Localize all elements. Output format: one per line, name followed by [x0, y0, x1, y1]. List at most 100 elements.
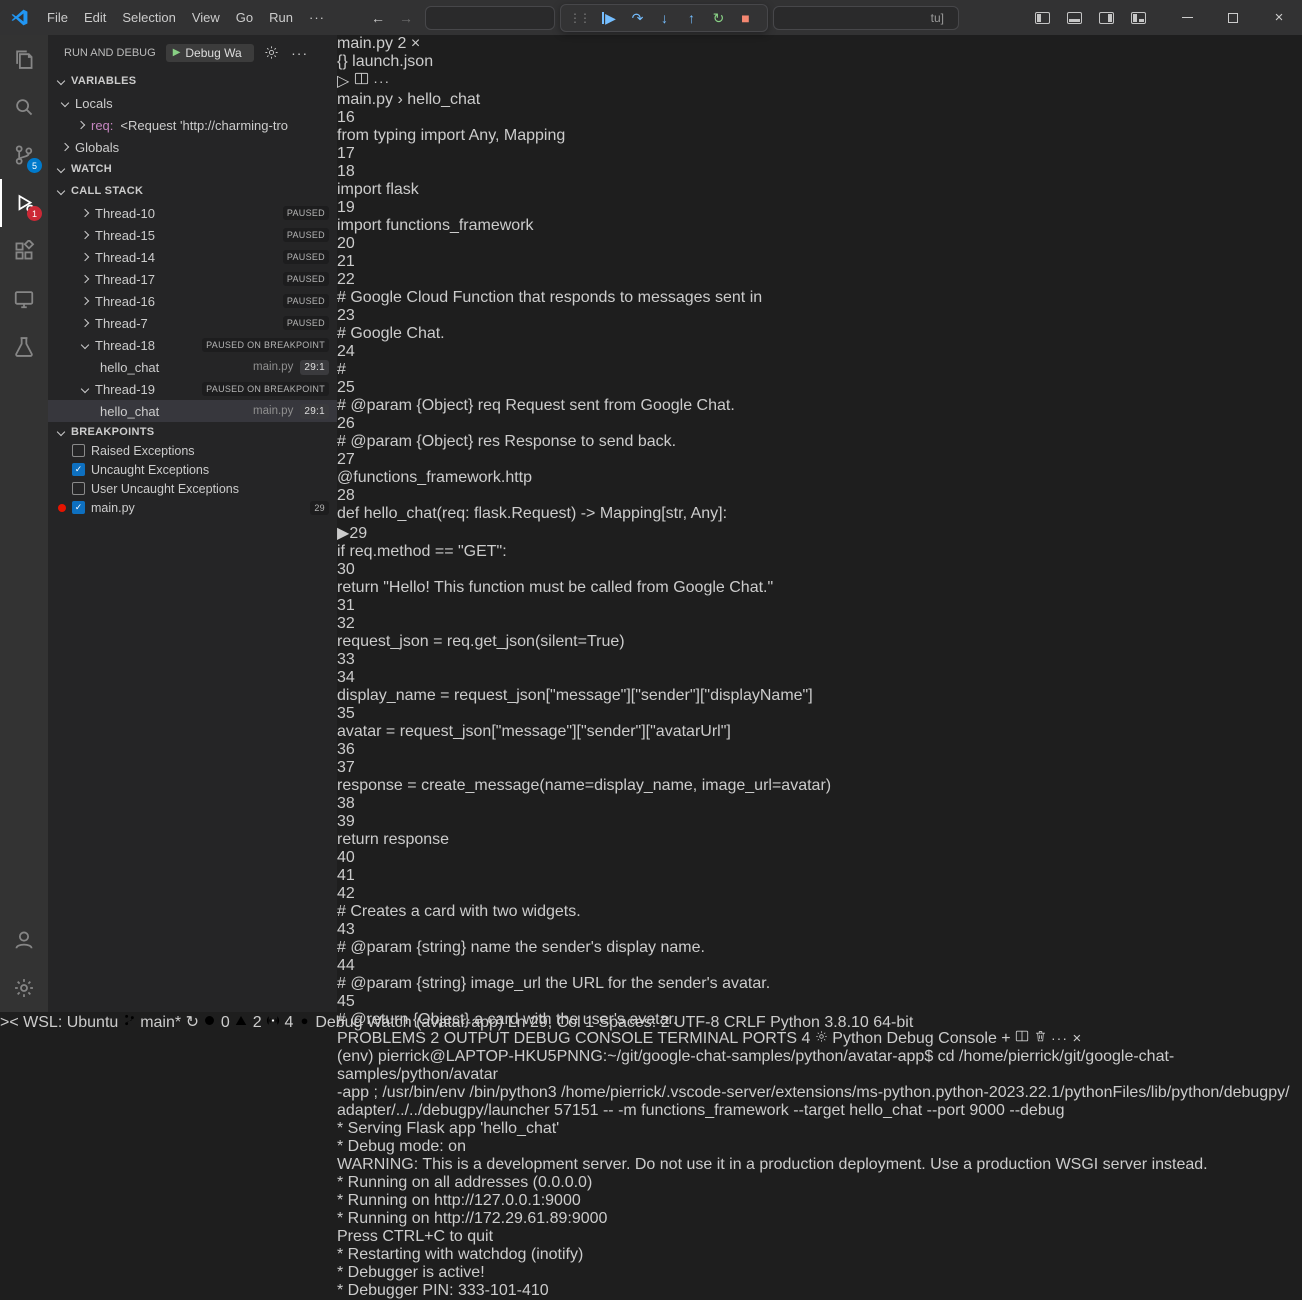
window-title[interactable]: tu] — [773, 6, 959, 30]
gutter[interactable]: 26 — [337, 415, 1302, 433]
gutter[interactable]: 22 — [337, 271, 1302, 289]
code-line[interactable]: 40 — [337, 849, 1302, 867]
checkbox[interactable]: ✓ — [72, 501, 85, 514]
variable-req-row[interactable]: req: <Request 'http://charming-tro — [48, 114, 337, 136]
step-out-button[interactable]: ↑ — [678, 5, 705, 31]
code-line[interactable]: 21 — [337, 253, 1302, 271]
thread-row[interactable]: Thread-17PAUSED — [48, 268, 337, 290]
encoding[interactable]: UTF-8 — [674, 1014, 719, 1031]
terminal-profile[interactable]: Python Debug Console — [815, 1030, 1001, 1047]
minimize-button[interactable] — [1164, 0, 1210, 35]
watch-section-header[interactable]: WATCH — [48, 158, 337, 180]
code-line[interactable]: 32 request_json = req.get_json(silent=Tr… — [337, 615, 1302, 651]
gutter[interactable]: 33 — [337, 651, 1302, 669]
thread-row[interactable]: Thread-10PAUSED — [48, 202, 337, 224]
gutter[interactable]: 18 — [337, 163, 1302, 181]
gutter[interactable]: 36 — [337, 741, 1302, 759]
code-line[interactable]: 30 return "Hello! This function must be … — [337, 561, 1302, 597]
gutter[interactable]: 27 — [337, 451, 1302, 469]
gutter[interactable]: 45 — [337, 993, 1302, 1011]
run-and-debug-icon[interactable]: 1 — [0, 179, 48, 227]
editor-more-actions-icon[interactable]: ··· — [373, 73, 390, 89]
gutter[interactable]: 34 — [337, 669, 1302, 687]
customize-layout-icon[interactable] — [1131, 12, 1146, 24]
code-line[interactable]: 26# @param {Object} res Response to send… — [337, 415, 1302, 451]
gutter[interactable]: 37 — [337, 759, 1302, 777]
gutter[interactable]: 20 — [337, 235, 1302, 253]
menu-run[interactable]: Run — [261, 7, 301, 28]
toggle-secondary-sidebar-icon[interactable] — [1099, 12, 1114, 24]
gutter[interactable]: 23 — [337, 307, 1302, 325]
indentation[interactable]: Spaces: 2 — [598, 1014, 669, 1031]
debug-config-dropdown[interactable]: ▶ Debug Wa — [166, 44, 254, 62]
breakpoints-section-header[interactable]: BREAKPOINTS — [48, 422, 337, 441]
panel-more-actions-icon[interactable]: ··· — [1051, 1030, 1068, 1046]
nav-forward-icon[interactable]: → — [399, 10, 413, 26]
explorer-icon[interactable] — [0, 35, 48, 83]
thread-row[interactable]: Thread-18PAUSED ON BREAKPOINT — [48, 334, 337, 356]
code-line[interactable]: 31 — [337, 597, 1302, 615]
maximize-button[interactable] — [1210, 0, 1256, 35]
gutter[interactable]: 32 — [337, 615, 1302, 633]
start-debugging-icon[interactable]: ▶ — [173, 47, 181, 58]
menu-selection[interactable]: Selection — [114, 7, 183, 28]
code-line[interactable]: 42# Creates a card with two widgets. — [337, 885, 1302, 921]
tab-main-py[interactable]: main.py 2 × — [337, 35, 1302, 53]
close-panel-icon[interactable]: × — [1072, 1030, 1081, 1047]
checkbox[interactable] — [72, 444, 85, 457]
breakpoint-row[interactable]: User Uncaught Exceptions — [48, 479, 337, 498]
checkbox[interactable]: ✓ — [72, 463, 85, 476]
step-over-button[interactable]: ↷ — [624, 5, 651, 31]
stack-frame-row[interactable]: hello_chatmain.py29:1 — [48, 400, 337, 422]
call-stack-section-header[interactable]: CALL STACK — [48, 180, 337, 202]
stop-button[interactable]: ■ — [732, 5, 759, 31]
locals-row[interactable]: Locals — [48, 92, 337, 114]
remote-explorer-icon[interactable] — [0, 275, 48, 323]
code-line[interactable]: 24# — [337, 343, 1302, 379]
search-icon[interactable] — [0, 83, 48, 131]
gutter[interactable]: 40 — [337, 849, 1302, 867]
code-line[interactable]: 39 return response — [337, 813, 1302, 849]
new-terminal-icon[interactable]: + — [1001, 1030, 1010, 1047]
split-editor-icon[interactable] — [354, 73, 373, 90]
nav-back-icon[interactable]: ← — [371, 10, 385, 26]
gutter[interactable]: 16 — [337, 109, 1302, 127]
gutter[interactable]: 41 — [337, 867, 1302, 885]
breakpoint-row[interactable]: Raised Exceptions — [48, 441, 337, 460]
gutter[interactable]: 42 — [337, 885, 1302, 903]
ports-indicator[interactable]: 4 — [266, 1014, 298, 1031]
menu-go[interactable]: Go — [228, 7, 261, 28]
drag-grip-icon[interactable]: ⋮⋮ — [569, 11, 589, 25]
breakpoint-row[interactable]: ✓main.py29 — [48, 498, 337, 517]
globals-row[interactable]: Globals — [48, 136, 337, 158]
branch-indicator[interactable]: main* ↻ — [123, 1014, 204, 1031]
code-line[interactable]: 23# Google Chat. — [337, 307, 1302, 343]
menu-edit[interactable]: Edit — [76, 7, 114, 28]
menu-view[interactable]: View — [184, 7, 228, 28]
continue-button[interactable]: ▶ — [597, 5, 624, 31]
settings-gear-icon[interactable] — [0, 964, 48, 1012]
code-line[interactable]: 44# @param {string} image_url the URL fo… — [337, 957, 1302, 993]
gutter[interactable]: 38 — [337, 795, 1302, 813]
terminal-content[interactable]: (env) pierrick@LAPTOP-HKU5PNNG:~/git/goo… — [337, 1048, 1302, 1300]
gutter[interactable]: 44 — [337, 957, 1302, 975]
gutter[interactable]: 28 — [337, 487, 1302, 505]
command-center-search[interactable] — [425, 6, 555, 30]
code-line[interactable]: 25# @param {Object} req Request sent fro… — [337, 379, 1302, 415]
stack-frame-row[interactable]: hello_chatmain.py29:1 — [48, 356, 337, 378]
code-line[interactable]: 33 — [337, 651, 1302, 669]
breakpoint-row[interactable]: ✓Uncaught Exceptions — [48, 460, 337, 479]
code-line[interactable]: 18import flask — [337, 163, 1302, 199]
menu-overflow-icon[interactable]: ··· — [301, 7, 333, 28]
gear-icon[interactable] — [262, 43, 282, 63]
language-mode[interactable]: Python — [770, 1014, 824, 1031]
code-line[interactable]: 22# Google Cloud Function that responds … — [337, 271, 1302, 307]
gutter[interactable]: 43 — [337, 921, 1302, 939]
gutter[interactable]: 31 — [337, 597, 1302, 615]
code-line[interactable]: 35 avatar = request_json["message"]["sen… — [337, 705, 1302, 741]
close-tab-icon[interactable]: × — [411, 35, 420, 52]
tab-problems[interactable]: PROBLEMS 2 — [337, 1030, 444, 1047]
gutter[interactable]: 24 — [337, 343, 1302, 361]
accounts-icon[interactable] — [0, 916, 48, 964]
python-interpreter[interactable]: 3.8.10 64-bit — [824, 1014, 913, 1031]
